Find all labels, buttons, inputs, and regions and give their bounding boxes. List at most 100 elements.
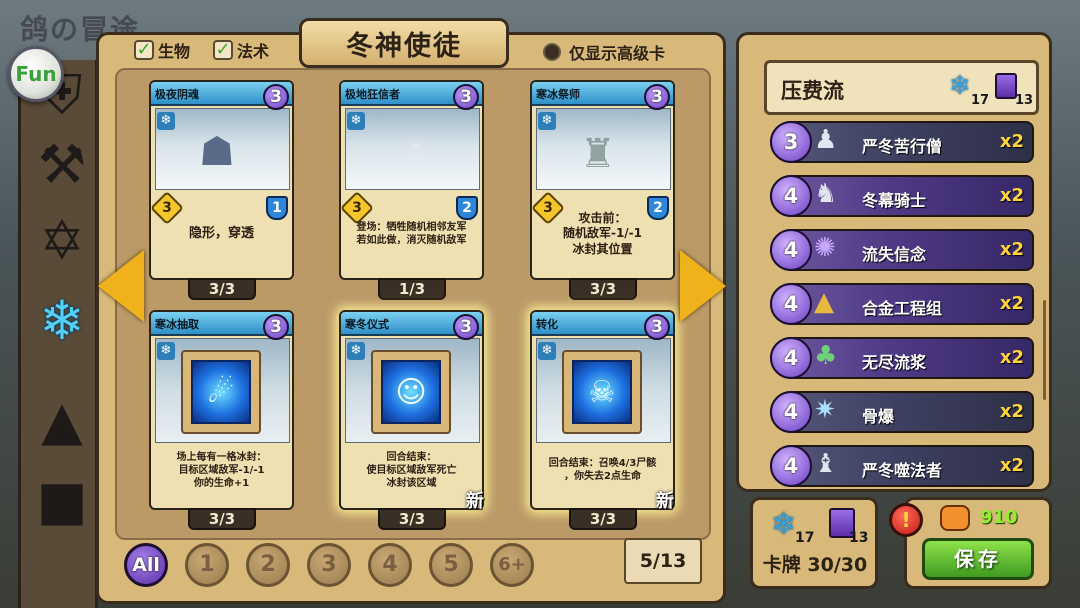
next-page-arrow[interactable] [680,250,726,322]
deck-card-cost: 4 [770,337,812,379]
checkmark-icon: ✓ [213,40,233,60]
deck-card-count: x2 [999,401,1024,422]
card-item[interactable]: 寒冰祭师 3 ❄ ♜ 3 2 攻击前： 随机敌军-1/-1 冰封其位置 [530,80,675,280]
card-count: 1/3 [378,278,446,300]
prev-page-arrow[interactable] [98,250,144,322]
radio-icon [543,43,561,61]
card-total: 卡牌 30/30 [762,554,868,576]
card-count: 3/3 [569,278,637,300]
mage-figure: ♝ [814,449,838,479]
card-name: 转化 [536,318,558,331]
deck-header[interactable]: 压费流 ❄ 17 13 [764,60,1039,115]
spell-scroll: ☺ [371,350,451,434]
book-icon [995,73,1017,99]
creature-filter[interactable]: ✓ 生物 [134,38,190,62]
fun-menu-button[interactable]: Fun [8,46,64,102]
deck-card-name: 冬幕骑士 [862,191,927,210]
high-level-toggle[interactable]: 仅显示高级卡 [543,40,665,64]
cost-filter-all[interactable]: All [124,543,168,587]
wraith-figure: ☗ [199,129,235,175]
deck-card-count: x2 [999,347,1024,368]
spell-label: 法术 [237,42,270,61]
save-button[interactable]: 保存 [922,538,1034,580]
card-item[interactable]: 极地狂信者 3 ❄ ☃ 3 2 登场：牺牲随机相邻友军 若如此做，消灭随机敌军 [339,80,484,280]
deck-card-cost: 4 [770,283,812,325]
card-item[interactable]: 极夜阴魂 3 ❄ ☗ 3 1 隐形，穿透 [149,80,294,280]
book-icon[interactable]: ■ [31,470,93,532]
deck-card-cost: 4 [770,229,812,271]
card-item[interactable]: 寒冬仪式 3 ❄ ☺ 回合结束： 使目标区域敌军死亡 冰封该区域 [339,310,484,510]
knight-figure: ♞ [814,179,838,209]
card-description: 隐形，穿透 [188,225,254,241]
card-name: 寒冰抽取 [155,318,199,331]
card-item[interactable]: 寒冰抽取 3 ❄ ☄ 场上每有一格冰封： 目标区域敌军-1/-1 你的生命+1 [149,310,294,510]
skull-icon: ☠ [572,360,632,424]
cost-filter-row: All 1 2 3 4 5 6+ [124,543,534,589]
new-badge: 新 [656,491,674,512]
faction-title: 冬神使徒 [299,18,509,68]
card-name: 寒冰祭师 [536,88,580,101]
hat-icon[interactable]: ▲ [31,390,93,452]
deck-card-count: x2 [999,455,1024,476]
snowflake-icon[interactable]: ❄ [31,290,93,352]
spell-scroll: ☄ [181,350,261,434]
faith-figure: ✺ [814,233,836,263]
card-description: 攻击前： 随机敌军-1/-1 冰封其位置 [562,210,643,256]
deck-card-row[interactable]: 3 ♟ 严冬苦行僧 x2 [770,121,1034,163]
fanatic-figure: ☃ [399,135,430,175]
snowflake-icon: ❄ [347,342,365,360]
card-description: 回合结束： 使目标区域敌军死亡 冰封该区域 [366,451,457,489]
card-cost: 3 [644,84,670,110]
cost-filter-6plus[interactable]: 6+ [490,543,534,587]
deck-card-row[interactable]: 4 ▲ 合金工程组 x2 [770,283,1034,325]
new-badge: 新 [466,491,484,512]
cost-filter-2[interactable]: 2 [246,543,290,587]
spell-scroll: ☠ [562,350,642,434]
ooze-figure: ♣ [814,341,838,371]
cost-filter-1[interactable]: 1 [185,543,229,587]
snowflake-icon: ❄ [538,112,556,130]
bone-figure: ✷ [814,395,836,425]
stats-book-count: 13 [849,530,869,546]
priest-figure: ♜ [580,131,616,177]
deck-card-count: x2 [999,293,1024,314]
deck-card-name: 无尽流浆 [862,353,927,372]
high-level-label: 仅显示高级卡 [569,44,666,63]
card-cost: 3 [453,84,479,110]
deck-card-row[interactable]: 4 ♣ 无尽流浆 x2 [770,337,1034,379]
deck-card-cost: 4 [770,391,812,433]
card-item[interactable]: 转化 3 ❄ ☠ 回合结束：召唤4/3尸骸 ，你失去2点生命 [530,310,675,510]
card-cost: 3 [263,84,289,110]
currency-amount: 910 [980,507,1018,528]
deck-card-row[interactable]: 4 ♝ 严冬噬法者 x2 [770,445,1034,487]
deck-card-row[interactable]: 4 ✷ 骨爆 x2 [770,391,1034,433]
category-sidebar: ⛨ ⚒ ✡ ❄ ▲ ■ [18,60,98,608]
hexagram-icon[interactable]: ✡ [31,210,93,272]
cost-filter-3[interactable]: 3 [307,543,351,587]
card-cost: 3 [644,314,670,340]
deck-card-cost: 4 [770,175,812,217]
deck-card-cost: 4 [770,445,812,487]
spell-filter[interactable]: ✓ 法术 [213,38,269,62]
snowflake-icon: ❄ [347,112,365,130]
fist-icon [940,505,970,531]
snowflake-icon: ❄ [157,342,175,360]
deck-scrollbar[interactable] [1043,300,1046,400]
snowflake-icon: ❄ [771,507,797,542]
deck-card-row[interactable]: 4 ✺ 流失信念 x2 [770,229,1034,271]
deck-card-cost: 3 [770,121,812,163]
deck-card-count: x2 [999,131,1024,152]
card-count: 3/3 [378,508,446,530]
snowflake-icon: ❄ [538,342,556,360]
cost-filter-5[interactable]: 5 [429,543,473,587]
warning-icon[interactable]: ! [889,503,923,537]
snowflake-icon: ❄ [949,71,971,101]
cost-filter-4[interactable]: 4 [368,543,412,587]
page-indicator: 5/13 [624,538,702,584]
card-name: 极地狂信者 [345,88,400,101]
axe-icon[interactable]: ⚒ [31,134,93,196]
deck-card-row[interactable]: 4 ♞ 冬幕骑士 x2 [770,175,1034,217]
deck-name: 压费流 [781,79,844,103]
card-description: 场上每有一格冰封： 目标区域敌军-1/-1 你的生命+1 [176,451,267,489]
card-count: 3/3 [569,508,637,530]
